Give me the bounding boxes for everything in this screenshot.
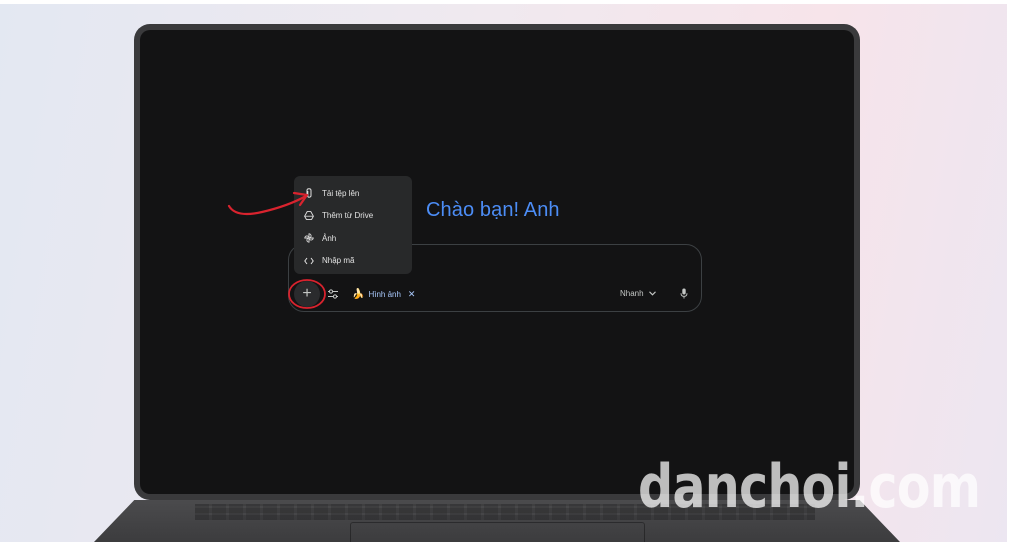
menu-item-label: Nhập mã [322, 256, 355, 266]
right-edge [1007, 0, 1012, 542]
menu-item-import-code[interactable]: Nhập mã [294, 250, 412, 273]
microphone-icon [680, 288, 688, 298]
greeting-title: Chào bạn! Anh [426, 199, 560, 221]
add-files-button[interactable]: + [294, 281, 320, 307]
photos-icon [304, 233, 314, 243]
upload-menu: Tải tệp lên Thêm từ Drive Ảnh Nhập mã [294, 176, 412, 274]
banana-icon: 🍌 [352, 288, 365, 300]
menu-item-photos[interactable]: Ảnh [294, 227, 412, 250]
menu-item-label: Thêm từ Drive [322, 211, 374, 221]
close-icon[interactable]: ✕ [408, 289, 416, 300]
image-tool-label: Hình ảnh [368, 289, 401, 299]
menu-item-upload-file[interactable]: Tải tệp lên [294, 182, 412, 205]
microphone-button[interactable] [677, 284, 691, 302]
code-icon [304, 256, 314, 266]
sliders-icon [328, 289, 338, 299]
mode-label: Nhanh [620, 288, 644, 298]
plus-icon: + [302, 285, 312, 302]
menu-item-label: Ảnh [322, 233, 337, 243]
menu-item-label: Tải tệp lên [322, 188, 360, 198]
app-screen: Chào bạn! Anh + 🍌 Hình ảnh ✕ Nhanh Tải t… [140, 30, 854, 494]
chevron-down-icon [648, 290, 656, 296]
menu-item-add-from-drive[interactable]: Thêm từ Drive [294, 205, 412, 228]
watermark: danchoi.com [638, 452, 981, 522]
image-tool-chip[interactable]: 🍌 Hình ảnh ✕ [352, 284, 415, 304]
top-edge [0, 0, 1012, 4]
mode-dropdown[interactable]: Nhanh [620, 284, 656, 302]
paperclip-icon [304, 188, 314, 198]
laptop-touchpad [350, 522, 645, 542]
drive-icon [304, 211, 314, 221]
tools-button[interactable] [324, 285, 342, 303]
